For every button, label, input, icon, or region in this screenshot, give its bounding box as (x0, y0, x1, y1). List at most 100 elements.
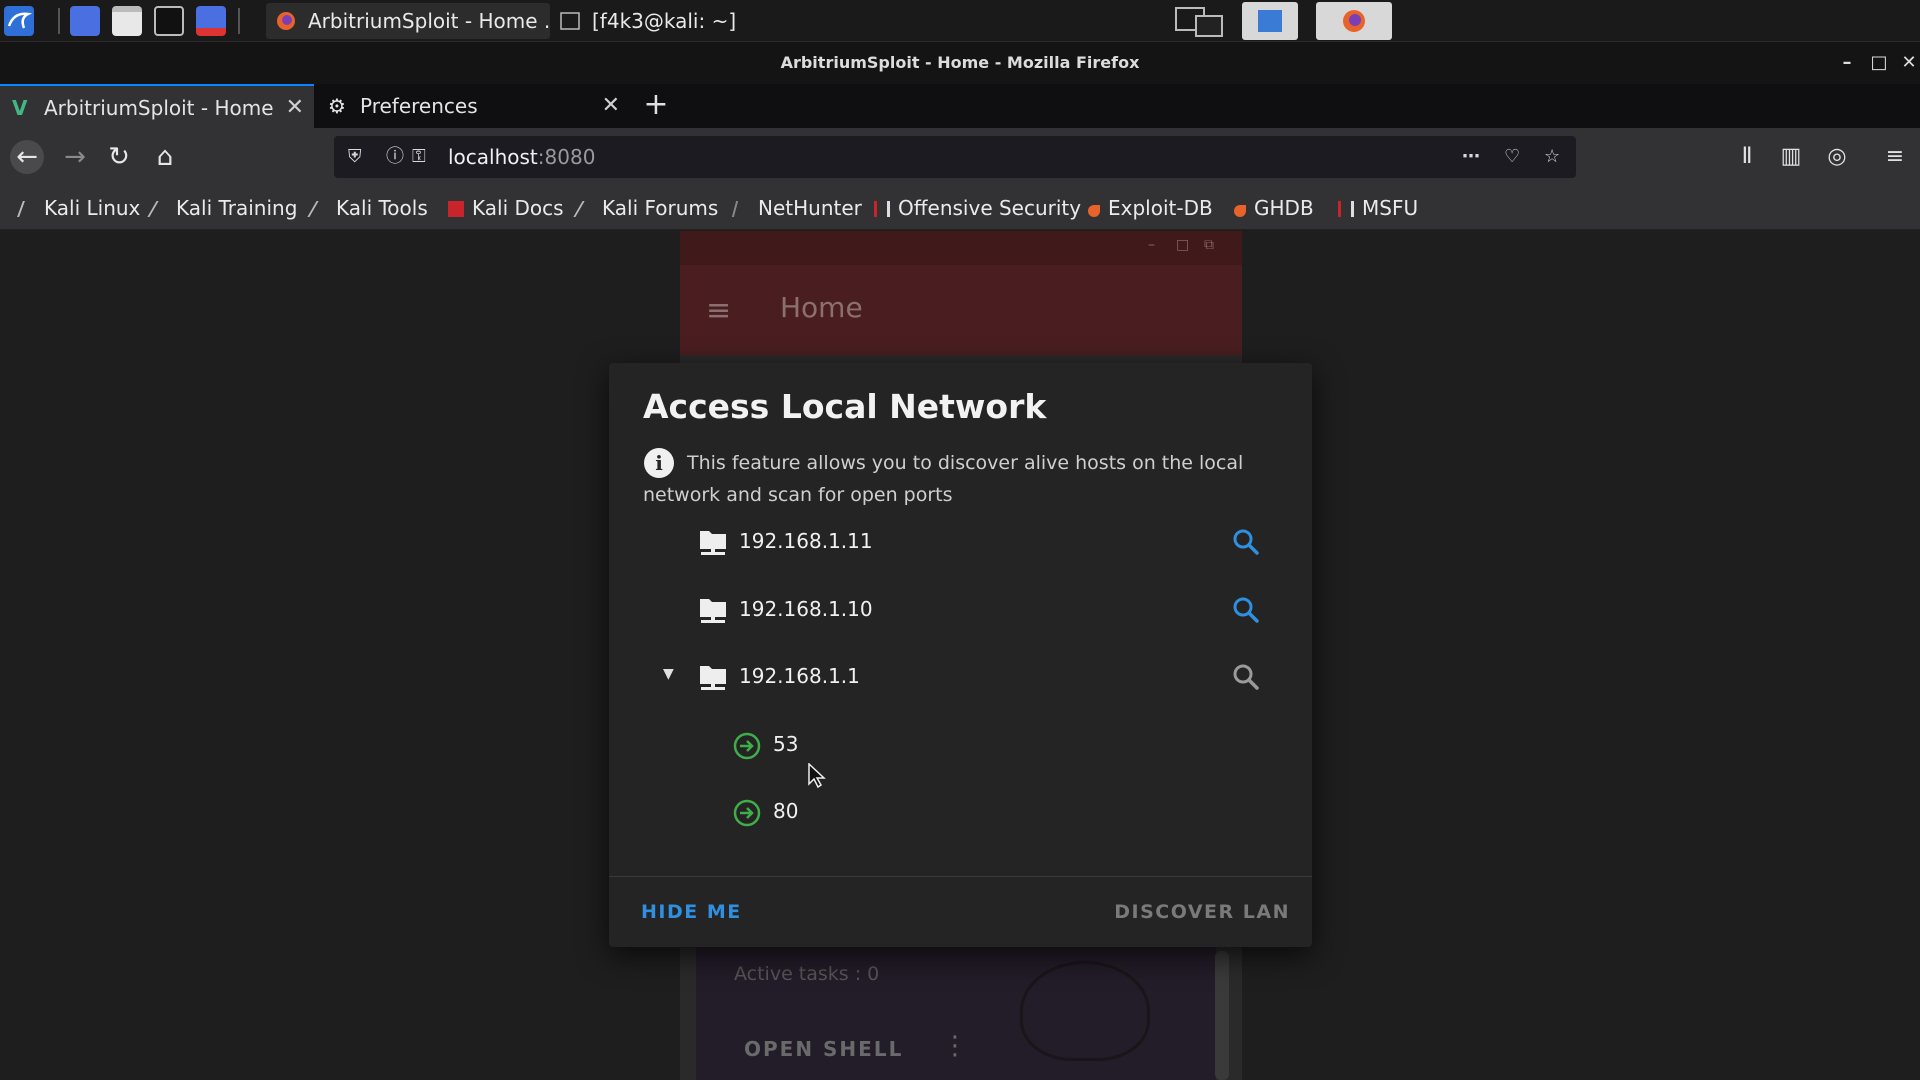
kali-dragon-icon (307, 201, 333, 217)
active-tasks-label: Active tasks : 0 (734, 963, 880, 985)
bookmark-label: Offensive Security (898, 196, 1082, 220)
tab-arbitriumsploit[interactable]: V ArbitriumSploit - Home ✕ (0, 84, 314, 128)
page-content: – □ ⧉ ≡ Home Active tasks : 0 OPEN SHELL… (0, 231, 1920, 1080)
nethunter-icon (731, 201, 753, 217)
network-folder-icon (700, 599, 726, 623)
search-icon[interactable] (1230, 661, 1262, 693)
taskbar: ArbitriumSploit - Home ... [f4k3@kali: ~… (0, 0, 1920, 42)
scrollbar[interactable] (1215, 951, 1229, 1080)
port-row[interactable]: 53 (609, 716, 1312, 776)
screen-recorder-icon[interactable] (196, 6, 226, 36)
host-ip: 192.168.1.11 (739, 529, 873, 553)
network-folder-icon (700, 666, 726, 690)
hamburger-menu-icon[interactable]: ≡ (1880, 142, 1910, 172)
dialog-title: Access Local Network (643, 387, 1047, 426)
search-icon[interactable] (1230, 594, 1262, 626)
tab-label: ArbitriumSploit - Home (44, 96, 274, 120)
bookmark-ghdb[interactable]: GHDB (1234, 186, 1314, 230)
bookmark-offensive-security[interactable]: Offensive Security (874, 186, 1081, 230)
url-bar[interactable]: ⛨ ⓘ ⚿ localhost:8080 ⋯ ♡ ☆ (334, 136, 1576, 178)
host-row[interactable]: 192.168.1.10 (609, 581, 1312, 641)
window-title: ArbitriumSploit - Home - Mozilla Firefox (780, 53, 1140, 72)
kali-dragon-icon (573, 201, 599, 217)
close-window-icon[interactable]: ✕ (1898, 52, 1920, 74)
home-button[interactable]: ⌂ (148, 140, 182, 174)
bookmark-label: GHDB (1254, 196, 1314, 220)
bookmark-label: Exploit-DB (1108, 196, 1213, 220)
workspace-3-icon[interactable] (1316, 2, 1392, 40)
kali-menu-icon[interactable] (4, 6, 34, 36)
bookmark-kali-linux[interactable]: Kali Linux (17, 186, 141, 230)
bookmark-exploit-db[interactable]: Exploit-DB (1088, 186, 1213, 230)
app-header-title: Home (780, 291, 863, 324)
app-header: ≡ Home (680, 265, 1242, 355)
port-number: 80 (773, 799, 799, 823)
maximize-icon[interactable]: □ (1176, 237, 1192, 253)
bookmark-kali-tools[interactable]: Kali Tools (307, 186, 428, 230)
maximize-icon[interactable]: □ (1868, 52, 1890, 74)
tab-preferences[interactable]: ⚙ Preferences ✕ (316, 84, 630, 128)
reload-button[interactable]: ↻ (102, 140, 136, 174)
workspace-2-icon[interactable] (1242, 2, 1298, 40)
taskbar-separator (238, 8, 240, 34)
menu-icon[interactable]: ≡ (706, 293, 731, 328)
bookmark-label: MSFU (1362, 196, 1419, 220)
app-window-strip: – □ ⧉ (680, 231, 1242, 265)
offsec-icon (874, 201, 890, 217)
window-titlebar: ArbitriumSploit - Home - Mozilla Firefox… (0, 42, 1920, 84)
bookmark-label: Kali Docs (472, 196, 564, 220)
open-port-arrow-icon (733, 799, 761, 827)
bookmarks-toolbar: Kali Linux Kali Training Kali Tools Kali… (0, 186, 1920, 230)
taskbar-task-firefox[interactable]: ArbitriumSploit - Home ... (266, 3, 550, 39)
bookmark-kali-training[interactable]: Kali Training (147, 186, 297, 230)
bookmark-label: Kali Linux (44, 196, 141, 220)
info-icon: i (644, 448, 674, 478)
hide-me-button[interactable]: HIDE ME (633, 893, 750, 931)
close-tab-icon[interactable]: ✕ (286, 86, 304, 130)
more-vert-icon[interactable]: ⋮ (942, 1031, 968, 1061)
open-shell-button[interactable]: OPEN SHELL (744, 1037, 903, 1061)
open-port-arrow-icon (733, 732, 761, 760)
site-info-icon[interactable]: ⓘ (386, 136, 404, 178)
discover-lan-button[interactable]: DISCOVER LAN (1106, 893, 1298, 931)
pocket-icon[interactable]: ♡ (1504, 136, 1520, 178)
host-ip: 192.168.1.10 (739, 597, 873, 621)
popout-icon[interactable]: ⧉ (1204, 237, 1220, 253)
bookmark-star-icon[interactable]: ☆ (1544, 136, 1560, 178)
sidebar-icon[interactable]: ▥ (1776, 142, 1806, 172)
port-number: 53 (773, 732, 799, 756)
taskbar-task-terminal[interactable]: [f4k3@kali: ~] (550, 3, 830, 39)
search-icon[interactable] (1230, 526, 1262, 558)
bookmark-nethunter[interactable]: NetHunter (731, 186, 862, 230)
mouse-cursor-icon (808, 763, 826, 789)
file-manager-icon[interactable] (112, 6, 142, 36)
host-row-expanded[interactable]: ▼ 192.168.1.1 (609, 648, 1312, 708)
terminal-icon[interactable] (154, 6, 184, 36)
workspace-switcher-icon[interactable] (1172, 2, 1228, 40)
bookmark-label: Kali Forums (602, 196, 719, 220)
bookmark-msfu[interactable]: MSFU (1338, 186, 1418, 230)
workspace-icon[interactable] (70, 6, 100, 36)
kali-docs-icon (448, 201, 464, 217)
access-local-network-dialog: Access Local Network This feature allows… (609, 363, 1312, 947)
bookmark-kali-docs[interactable]: Kali Docs (448, 186, 564, 230)
minimize-icon[interactable]: – (1836, 52, 1858, 74)
library-icon[interactable]: Ⅱ (1732, 142, 1762, 172)
page-actions-icon[interactable]: ⋯ (1462, 136, 1480, 178)
key-icon[interactable]: ⚿ (412, 136, 426, 178)
account-icon[interactable]: ◎ (1822, 142, 1852, 172)
close-tab-icon[interactable]: ✕ (602, 84, 620, 128)
port-row[interactable]: 80 (609, 783, 1312, 843)
minimize-icon[interactable]: – (1148, 237, 1164, 253)
host-row[interactable]: 192.168.1.11 (609, 513, 1312, 573)
kali-dragon-icon (147, 201, 173, 217)
terminal-icon (560, 12, 580, 30)
forward-button[interactable]: → (58, 140, 92, 174)
bookmark-kali-forums[interactable]: Kali Forums (573, 186, 719, 230)
new-tab-button[interactable]: + (640, 84, 672, 128)
caret-down-icon[interactable]: ▼ (663, 666, 674, 682)
shield-icon[interactable]: ⛨ (348, 136, 362, 178)
url-text[interactable]: localhost:8080 (448, 136, 595, 178)
dialog-divider (609, 876, 1312, 877)
back-button[interactable]: ← (10, 140, 44, 174)
